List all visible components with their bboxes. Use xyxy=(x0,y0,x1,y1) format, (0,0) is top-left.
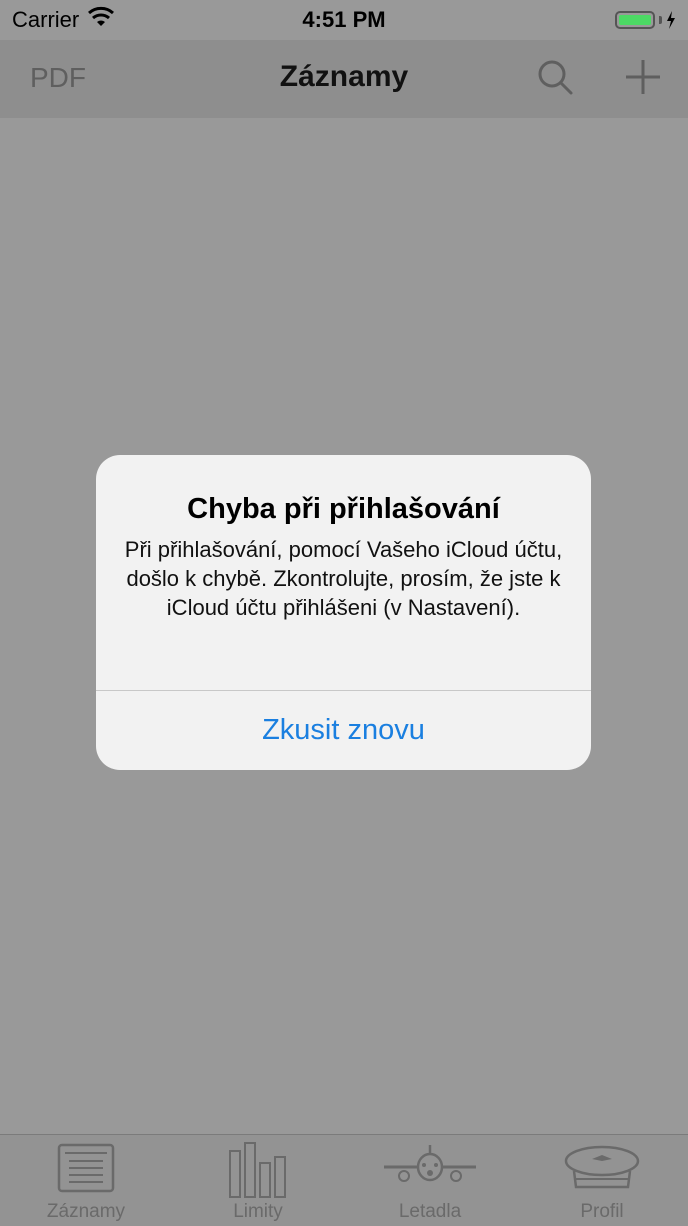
page-title: Záznamy xyxy=(279,60,409,93)
tab-label: Záznamy xyxy=(46,1201,126,1222)
tab-bar: Záznamy Limity Letadla Profil xyxy=(0,1134,688,1226)
list-icon xyxy=(57,1135,115,1200)
plus-icon[interactable] xyxy=(624,58,662,96)
alert-message: Při přihlašování, pomocí Vašeho iCloud ú… xyxy=(124,537,563,620)
airplane-icon xyxy=(382,1135,478,1200)
tab-limity[interactable]: Limity xyxy=(172,1135,344,1226)
search-icon[interactable] xyxy=(536,58,574,96)
tab-zaznamy[interactable]: Záznamy xyxy=(0,1135,172,1226)
navigation-bar: PDF Záznamy xyxy=(0,40,688,118)
error-alert: Chyba při přihlašování Při přihlašování,… xyxy=(96,455,591,770)
tab-profil[interactable]: Profil xyxy=(516,1135,688,1226)
alert-title: Chyba při přihlašování xyxy=(187,493,500,525)
pilot-cap-icon xyxy=(562,1135,642,1200)
tab-label: Letadla xyxy=(398,1201,462,1222)
retry-button[interactable]: Zkusit znovu xyxy=(96,691,591,770)
tab-label: Profil xyxy=(580,1201,624,1222)
status-time: 4:51 PM xyxy=(302,7,386,32)
status-bar: Carrier 4:51 PM xyxy=(0,0,688,40)
tab-letadla[interactable]: Letadla xyxy=(344,1135,516,1226)
tab-label: Limity xyxy=(233,1201,283,1222)
bar-chart-icon xyxy=(228,1135,288,1204)
